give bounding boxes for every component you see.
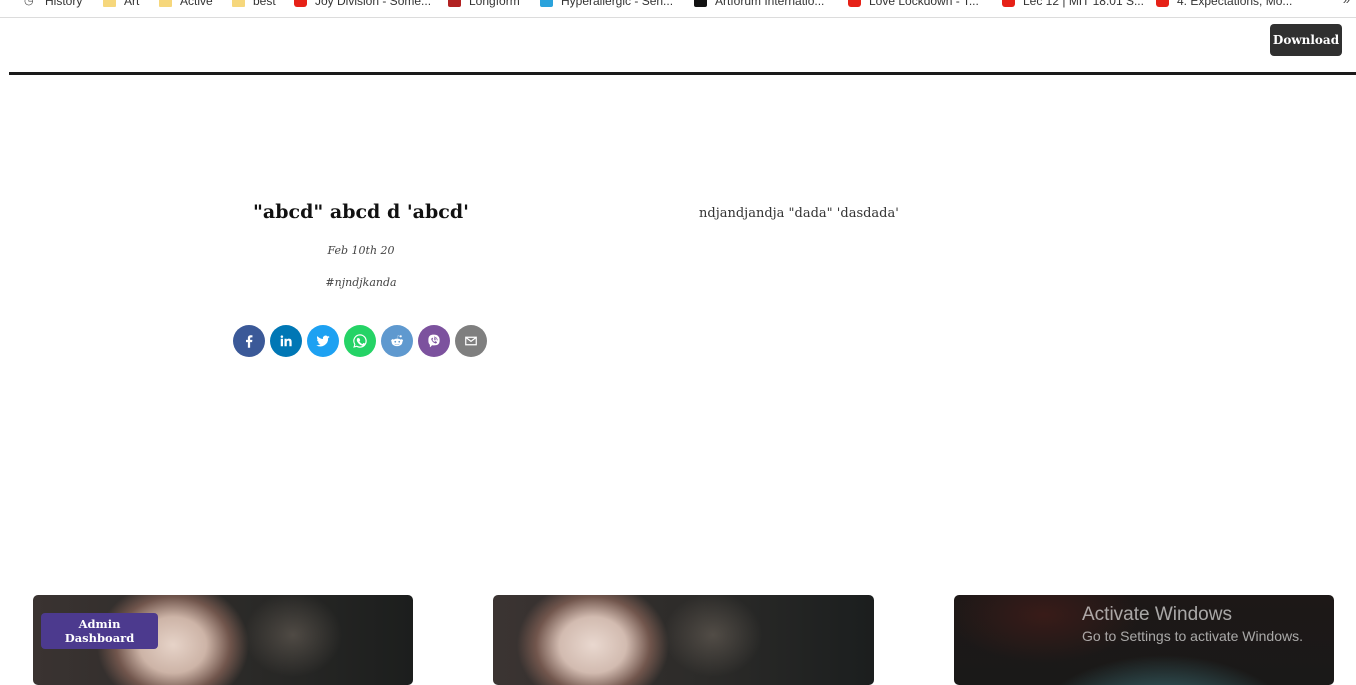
artforum-icon bbox=[694, 0, 707, 7]
folder-icon bbox=[232, 0, 245, 7]
youtube-icon bbox=[848, 0, 861, 7]
viber-icon[interactable] bbox=[418, 325, 450, 357]
youtube-icon bbox=[1002, 0, 1015, 7]
bookmark-label: Joy Division - Some... bbox=[315, 0, 432, 8]
activate-windows-watermark: Activate Windows Go to Settings to activ… bbox=[1082, 604, 1303, 644]
post-tag[interactable]: #njndjkanda bbox=[230, 276, 492, 289]
bookmark-label: Lec 12 | MIT 18.01 S... bbox=[1023, 0, 1144, 8]
whatsapp-icon[interactable] bbox=[344, 325, 376, 357]
bookmark-label: 4. Expectations, Mo... bbox=[1177, 0, 1293, 8]
bookmark-label: Artforum Internatio... bbox=[715, 0, 825, 8]
more-bookmarks-button[interactable]: » bbox=[1343, 0, 1350, 7]
bookmarks-bar: ◷ History Art Active best Joy Division -… bbox=[0, 0, 1356, 18]
linkedin-icon[interactable] bbox=[270, 325, 302, 357]
download-button[interactable]: Download bbox=[1270, 24, 1342, 56]
bookmark-history[interactable]: ◷ History bbox=[24, 0, 82, 9]
folder-icon bbox=[103, 0, 116, 7]
post-card-image[interactable] bbox=[493, 595, 874, 685]
facebook-icon[interactable] bbox=[233, 325, 265, 357]
bookmark-active[interactable]: Active bbox=[159, 0, 213, 9]
bookmark-longform[interactable]: Longform bbox=[448, 0, 520, 9]
bookmark-label: Active bbox=[180, 0, 213, 8]
post-title: "abcd" abcd d 'abcd' bbox=[253, 201, 469, 223]
bookmark-label: best bbox=[253, 0, 276, 8]
bookmark-hyperallergic[interactable]: Hyperallergic - Sen... bbox=[540, 0, 673, 9]
hyperallergic-icon bbox=[540, 0, 553, 7]
reddit-icon[interactable] bbox=[381, 325, 413, 357]
bookmark-mit-lecture[interactable]: Lec 12 | MIT 18.01 S... bbox=[1002, 0, 1144, 9]
longform-icon bbox=[448, 0, 461, 7]
watermark-subtitle: Go to Settings to activate Windows. bbox=[1082, 628, 1303, 644]
post-date: Feb 10th 20 bbox=[327, 244, 395, 257]
youtube-icon bbox=[294, 0, 307, 7]
share-buttons bbox=[233, 325, 487, 357]
email-icon[interactable] bbox=[455, 325, 487, 357]
youtube-icon bbox=[1156, 0, 1169, 7]
bookmark-label: Love Lockdown - T... bbox=[869, 0, 979, 8]
watermark-title: Activate Windows bbox=[1082, 604, 1232, 625]
bookmark-joy-division[interactable]: Joy Division - Some... bbox=[294, 0, 431, 9]
bookmark-best[interactable]: best bbox=[232, 0, 276, 9]
bookmark-art[interactable]: Art bbox=[103, 0, 139, 9]
bookmark-love-lockdown[interactable]: Love Lockdown - T... bbox=[848, 0, 979, 9]
bookmark-label: Hyperallergic - Sen... bbox=[561, 0, 674, 8]
post-body: ndjandjandja "dada" 'dasdada' bbox=[699, 206, 899, 221]
history-icon: ◷ bbox=[24, 0, 34, 7]
bookmark-artforum[interactable]: Artforum Internatio... bbox=[694, 0, 824, 9]
bookmark-label: Longform bbox=[469, 0, 520, 8]
bookmark-label: Art bbox=[124, 0, 140, 8]
admin-dashboard-button[interactable]: Admin Dashboard bbox=[41, 613, 158, 649]
header-divider bbox=[9, 72, 1356, 75]
bookmark-expectations[interactable]: 4. Expectations, Mo... bbox=[1156, 0, 1292, 9]
bookmark-label: History bbox=[45, 0, 83, 8]
folder-icon bbox=[159, 0, 172, 7]
twitter-icon[interactable] bbox=[307, 325, 339, 357]
